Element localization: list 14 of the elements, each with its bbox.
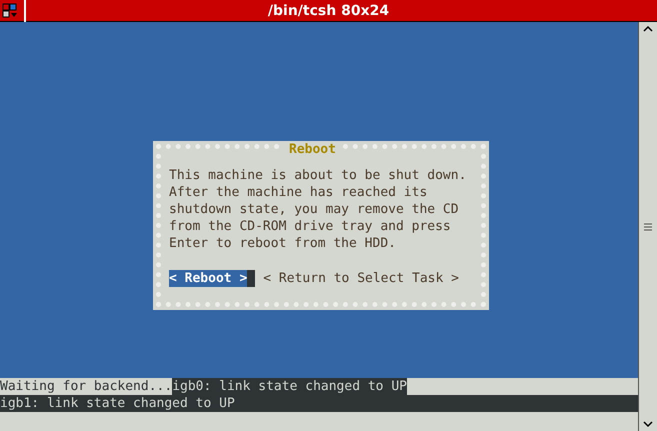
message-line: After the machine has reached its — [169, 184, 428, 201]
message-line: from the CD-ROM drive tray and press — [169, 218, 452, 235]
message-line: shutdown state, you may remove the CD — [169, 201, 460, 218]
dialog-button[interactable]: < Reboot > — [169, 270, 256, 287]
message-line: This machine is about to be shut down. — [169, 167, 468, 184]
console-text: igb1: link state changed to UP — [0, 395, 235, 412]
message-line: Enter to reboot from the HDD. — [169, 235, 397, 252]
dialog-button[interactable]: < Return to Select Task > — [263, 270, 459, 287]
window-title: /bin/tcsh 80x24 — [266, 2, 390, 18]
console-text: Waiting for backend... — [0, 378, 172, 395]
scrollbar[interactable] — [638, 22, 657, 431]
window-menu-icon[interactable] — [2, 2, 18, 18]
console-text: igb0: link state changed to UP — [172, 378, 407, 395]
scroll-grip-icon[interactable] — [642, 222, 654, 232]
